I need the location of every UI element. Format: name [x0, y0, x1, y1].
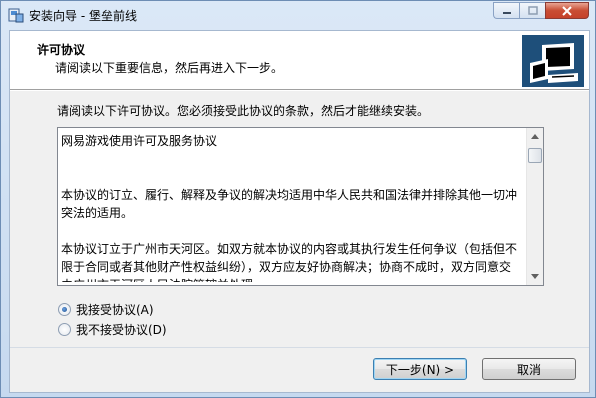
- scroll-up-button[interactable]: [527, 128, 543, 145]
- button-area-divider: [10, 347, 589, 348]
- close-button[interactable]: [545, 2, 589, 19]
- installer-app-icon: [8, 8, 24, 23]
- scroll-up-arrow-icon: [531, 134, 539, 139]
- license-paragraph: [61, 222, 521, 240]
- wizard-header: 许可协议 请阅读以下重要信息，然后再进入下一步。: [10, 31, 589, 90]
- minimize-icon: [502, 11, 511, 14]
- window-title: 安装向导 - 堡垒前线: [29, 9, 137, 23]
- caption-buttons: [493, 2, 589, 20]
- license-paragraph: [61, 168, 521, 186]
- license-instruction: 请阅读以下许可协议。您必须接受此协议的条款，然后才能继续安装。: [57, 104, 430, 118]
- wizard-page: 许可协议 请阅读以下重要信息，然后再进入下一步。 请阅读以下许可协议。您必须接受…: [9, 30, 590, 393]
- license-scrollbar[interactable]: [526, 128, 543, 285]
- maximize-button[interactable]: [519, 2, 545, 19]
- scroll-down-button[interactable]: [527, 268, 543, 285]
- decline-radio[interactable]: [58, 323, 71, 336]
- installer-window: 安装向导 - 堡垒前线 许可协议 请阅读以下重要信息，然后再进入下一步。 请阅读…: [0, 0, 596, 398]
- close-icon: [562, 5, 572, 16]
- license-paragraph: 网易游戏使用许可及服务协议: [61, 134, 218, 148]
- accept-radio-label[interactable]: 我接受协议(A): [76, 301, 154, 318]
- scroll-thumb[interactable]: [528, 148, 542, 163]
- cancel-button[interactable]: 取消: [482, 358, 576, 380]
- license-textbox[interactable]: 网易游戏使用许可及服务协议 本协议的订立、履行、解释及争议的解决均适用中华人民共…: [57, 127, 544, 286]
- accept-radio-option[interactable]: 我接受协议(A): [58, 301, 154, 318]
- page-title: 许可协议: [37, 43, 86, 57]
- license-paragraph: [61, 150, 521, 168]
- scroll-down-arrow-icon: [531, 274, 539, 279]
- license-text: 网易游戏使用许可及服务协议 本协议的订立、履行、解释及争议的解决均适用中华人民共…: [61, 132, 521, 282]
- header-divider: [10, 90, 589, 91]
- license-paragraph: 本协议订立于广州市天河区。如双方就本协议的内容或其执行发生任何争议（包括但不限于…: [61, 242, 518, 282]
- decline-radio-option[interactable]: 我不接受协议(D): [58, 321, 167, 338]
- accept-radio[interactable]: [58, 303, 71, 316]
- installer-computer-icon: [522, 35, 584, 87]
- next-button[interactable]: 下一步(N) >: [373, 358, 467, 380]
- decline-radio-label[interactable]: 我不接受协议(D): [76, 321, 167, 338]
- license-paragraph: 本协议的订立、履行、解释及争议的解决均适用中华人民共和国法律并排除其他一切冲突法…: [61, 188, 518, 220]
- title-bar[interactable]: 安装向导 - 堡垒前线: [1, 1, 595, 27]
- maximize-icon: [527, 6, 538, 15]
- minimize-button[interactable]: [493, 2, 519, 19]
- page-subtitle: 请阅读以下重要信息，然后再进入下一步。: [55, 61, 284, 75]
